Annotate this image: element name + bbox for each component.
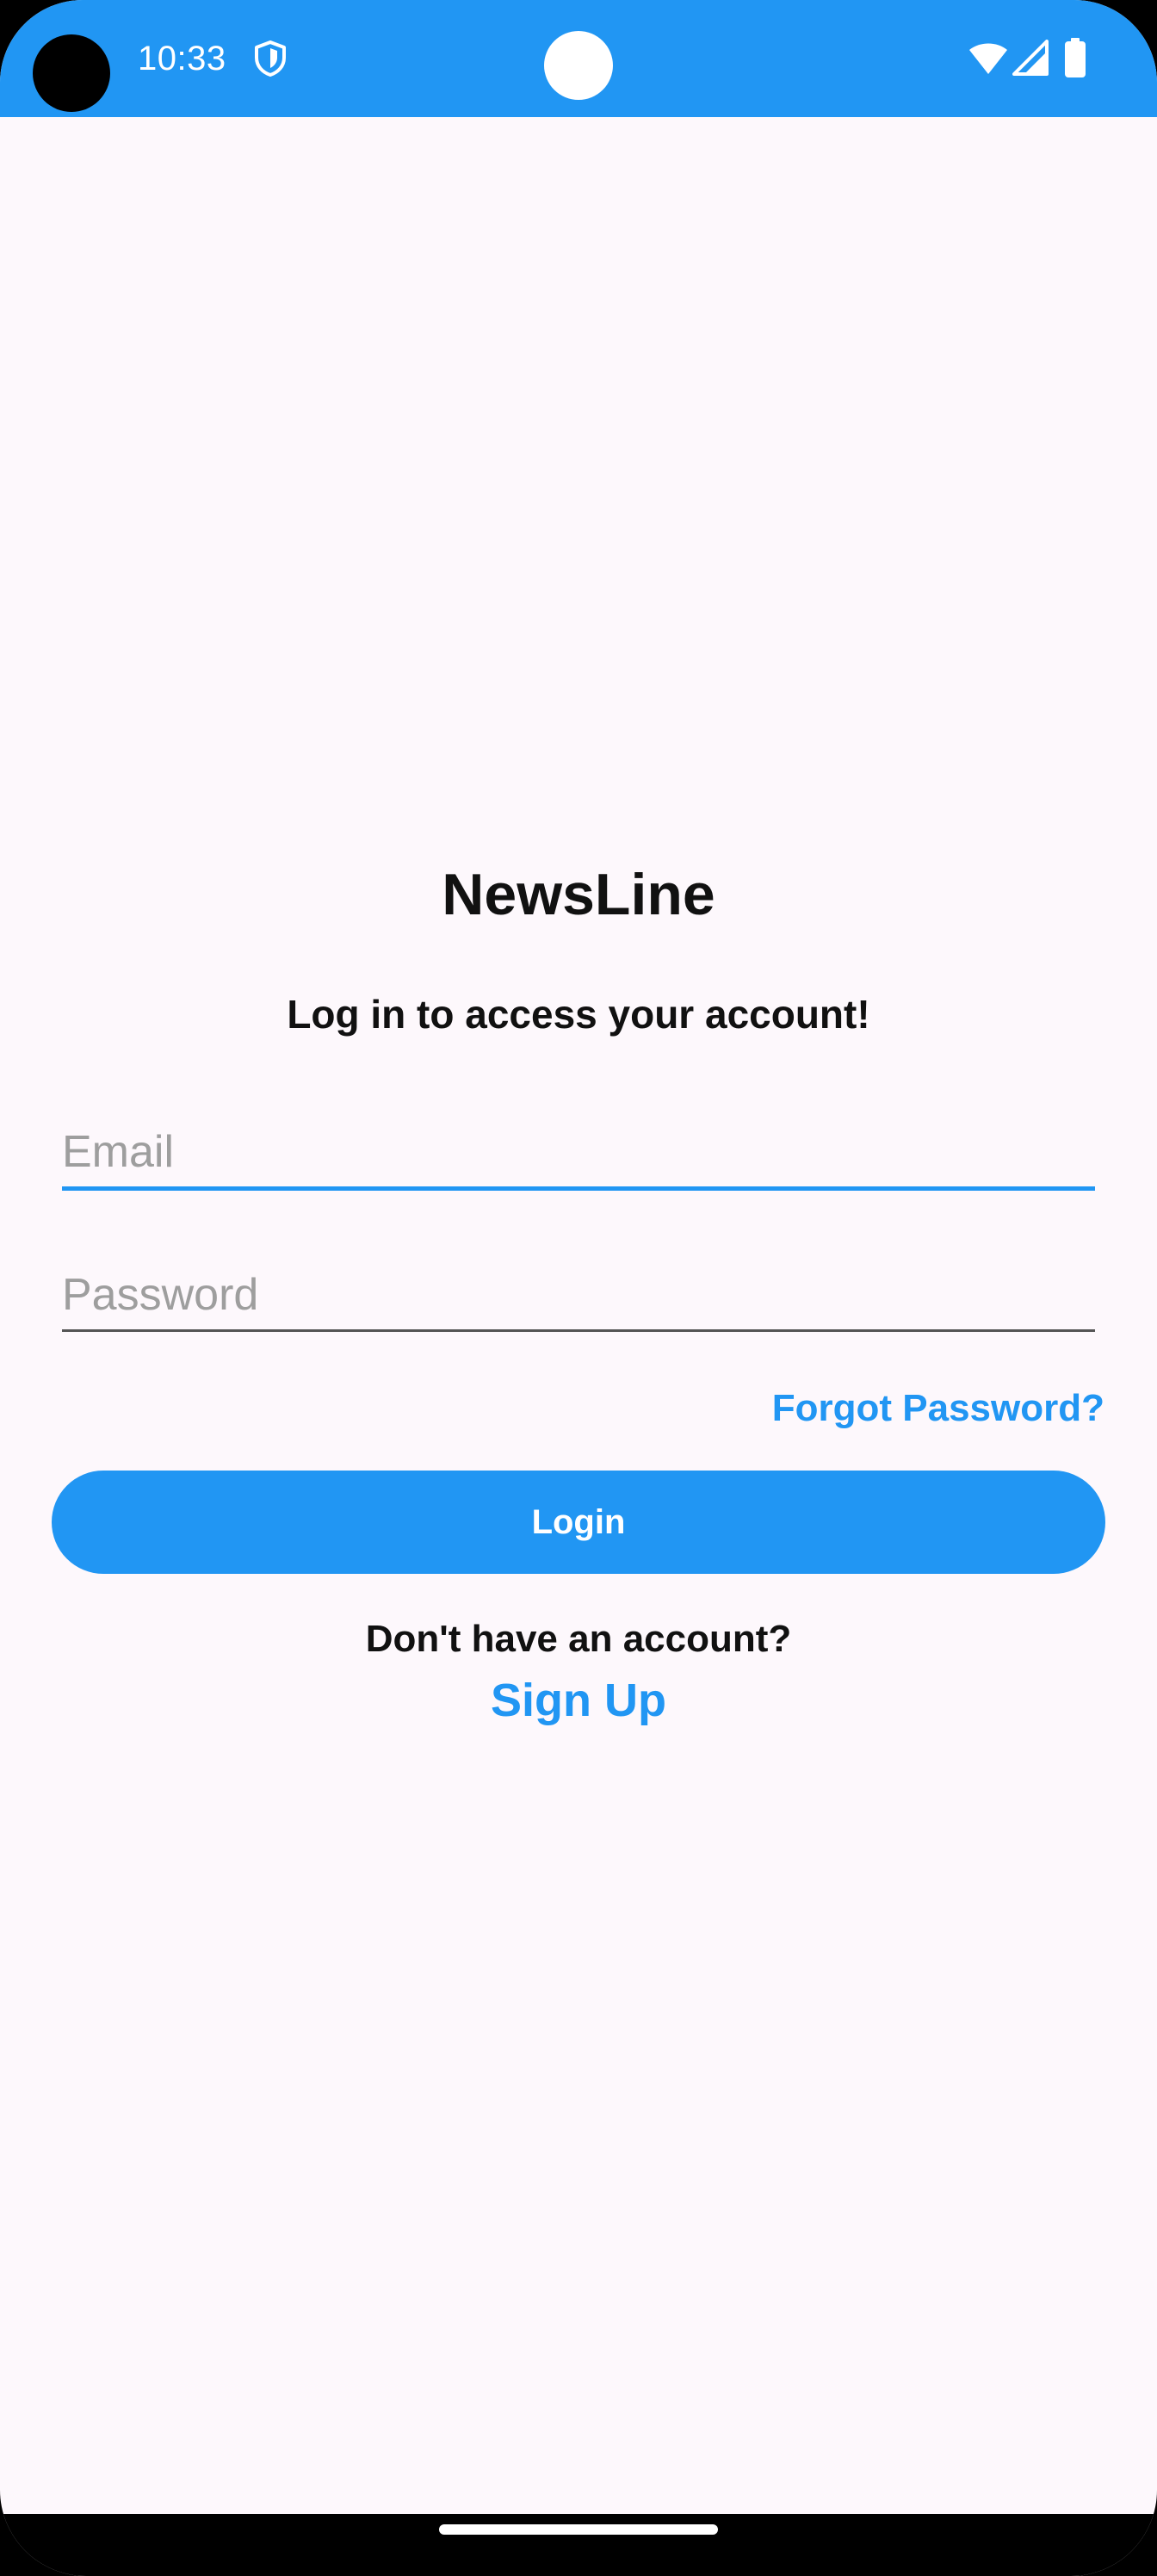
battery-icon [1065,38,1086,77]
status-bar: 10:33 [0,0,1157,117]
app-title: NewsLine [442,862,715,927]
login-subtitle: Log in to access your account! [287,992,870,1037]
wifi-icon [969,43,1007,74]
signup-row: Sign Up [0,1670,1157,1731]
login-screen: 10:33 NewsLine Log in to access your acc… [0,0,1157,2576]
front-camera-dot [544,31,613,100]
password-field[interactable] [62,1260,1095,1332]
forgot-password-link[interactable]: Forgot Password? [772,1383,1104,1434]
camera-cutout [33,34,110,112]
no-account-text: Don't have an account? [365,1618,792,1660]
login-button[interactable]: Login [52,1471,1105,1574]
signal-icon [1012,40,1049,76]
navigation-bar [0,2514,1157,2576]
shield-icon [255,40,286,77]
status-time: 10:33 [138,40,226,77]
home-indicator[interactable] [439,2524,718,2535]
email-field[interactable] [62,1118,1095,1191]
signup-link[interactable]: Sign Up [491,1675,666,1726]
